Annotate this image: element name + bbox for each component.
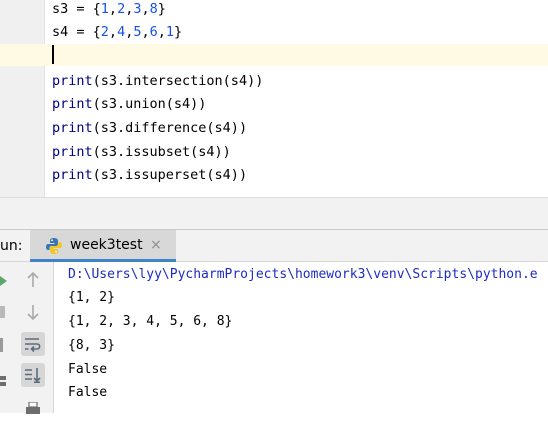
run-panel-label: un: bbox=[0, 238, 23, 254]
console-line: {1, 2} bbox=[68, 290, 115, 305]
console-line: False bbox=[68, 385, 108, 400]
code-editor[interactable]: s3 = {1,2,3,8} s4 = {2,4,5,6,1} print(s3… bbox=[0, 0, 548, 197]
number-literal: 4 bbox=[117, 24, 126, 40]
gutter-marker bbox=[0, 338, 3, 352]
comma: , bbox=[141, 1, 150, 17]
code-text: (s3.issubset(s4)) bbox=[92, 144, 231, 160]
console-line-interpreter-path: D:\Users\lyy\PycharmProjects\homework3\v… bbox=[68, 267, 538, 282]
run-config-tab[interactable]: week3test × bbox=[30, 230, 176, 262]
code-line-2[interactable]: s4 = {2,4,5,6,1} bbox=[52, 21, 182, 44]
code-text: s4 = { bbox=[52, 24, 101, 40]
stop-icon[interactable] bbox=[0, 306, 5, 318]
number-literal: 1 bbox=[100, 1, 109, 17]
code-text: } bbox=[157, 1, 166, 17]
code-line-8[interactable]: print(s3.issuperset(s4)) bbox=[52, 164, 247, 187]
code-text: s3 = { bbox=[52, 1, 101, 17]
code-text: (s3.difference(s4)) bbox=[92, 120, 248, 136]
current-line-highlight bbox=[0, 44, 548, 66]
function-name: print bbox=[52, 120, 93, 136]
code-text: } bbox=[174, 24, 183, 40]
comma: , bbox=[157, 24, 166, 40]
number-literal: 1 bbox=[165, 24, 175, 40]
run-console-output[interactable]: D:\Users\lyy\PycharmProjects\homework3\v… bbox=[54, 262, 548, 413]
console-line: False bbox=[68, 362, 108, 377]
function-name: print bbox=[52, 73, 93, 89]
function-name: print bbox=[52, 144, 93, 160]
comma: , bbox=[108, 1, 118, 17]
up-arrow-icon[interactable] bbox=[21, 268, 45, 292]
code-line-4[interactable]: print(s3.intersection(s4)) bbox=[52, 70, 263, 93]
number-literal: 8 bbox=[149, 1, 158, 17]
print-icon[interactable] bbox=[21, 398, 45, 422]
editor-status-area bbox=[0, 197, 548, 230]
number-literal: 2 bbox=[100, 24, 109, 40]
python-icon bbox=[46, 238, 62, 254]
code-text: (s3.issuperset(s4)) bbox=[92, 167, 248, 183]
gutter-separator bbox=[44, 0, 45, 197]
run-tab-label: week3test bbox=[70, 237, 143, 253]
number-literal: 6 bbox=[149, 24, 158, 40]
down-arrow-icon[interactable] bbox=[21, 300, 45, 324]
run-toolbar bbox=[14, 262, 54, 414]
run-panel-header: un: week3test × bbox=[0, 229, 548, 262]
close-icon[interactable]: × bbox=[150, 230, 162, 260]
editor-gutter bbox=[0, 0, 44, 197]
run-icon[interactable] bbox=[0, 276, 8, 286]
text-caret bbox=[52, 45, 54, 64]
comma: , bbox=[108, 24, 118, 40]
function-name: print bbox=[52, 96, 93, 112]
code-line-6[interactable]: print(s3.difference(s4)) bbox=[52, 117, 247, 140]
soft-wrap-icon[interactable] bbox=[21, 332, 45, 356]
function-name: print bbox=[52, 167, 93, 183]
code-text: (s3.intersection(s4)) bbox=[92, 73, 264, 89]
code-line-5[interactable]: print(s3.union(s4)) bbox=[52, 93, 206, 116]
number-literal: 2 bbox=[117, 1, 126, 17]
console-line: {8, 3} bbox=[68, 338, 115, 353]
code-text: (s3.union(s4)) bbox=[92, 96, 207, 112]
comma: , bbox=[141, 24, 150, 40]
layout-icon[interactable] bbox=[0, 376, 8, 388]
code-line-7[interactable]: print(s3.issubset(s4)) bbox=[52, 141, 231, 164]
console-line: {1, 2, 3, 4, 5, 6, 8} bbox=[68, 314, 233, 329]
code-line-1[interactable]: s3 = {1,2,3,8} bbox=[52, 0, 166, 21]
scroll-to-end-icon[interactable] bbox=[21, 363, 45, 387]
run-strip bbox=[0, 262, 14, 413]
